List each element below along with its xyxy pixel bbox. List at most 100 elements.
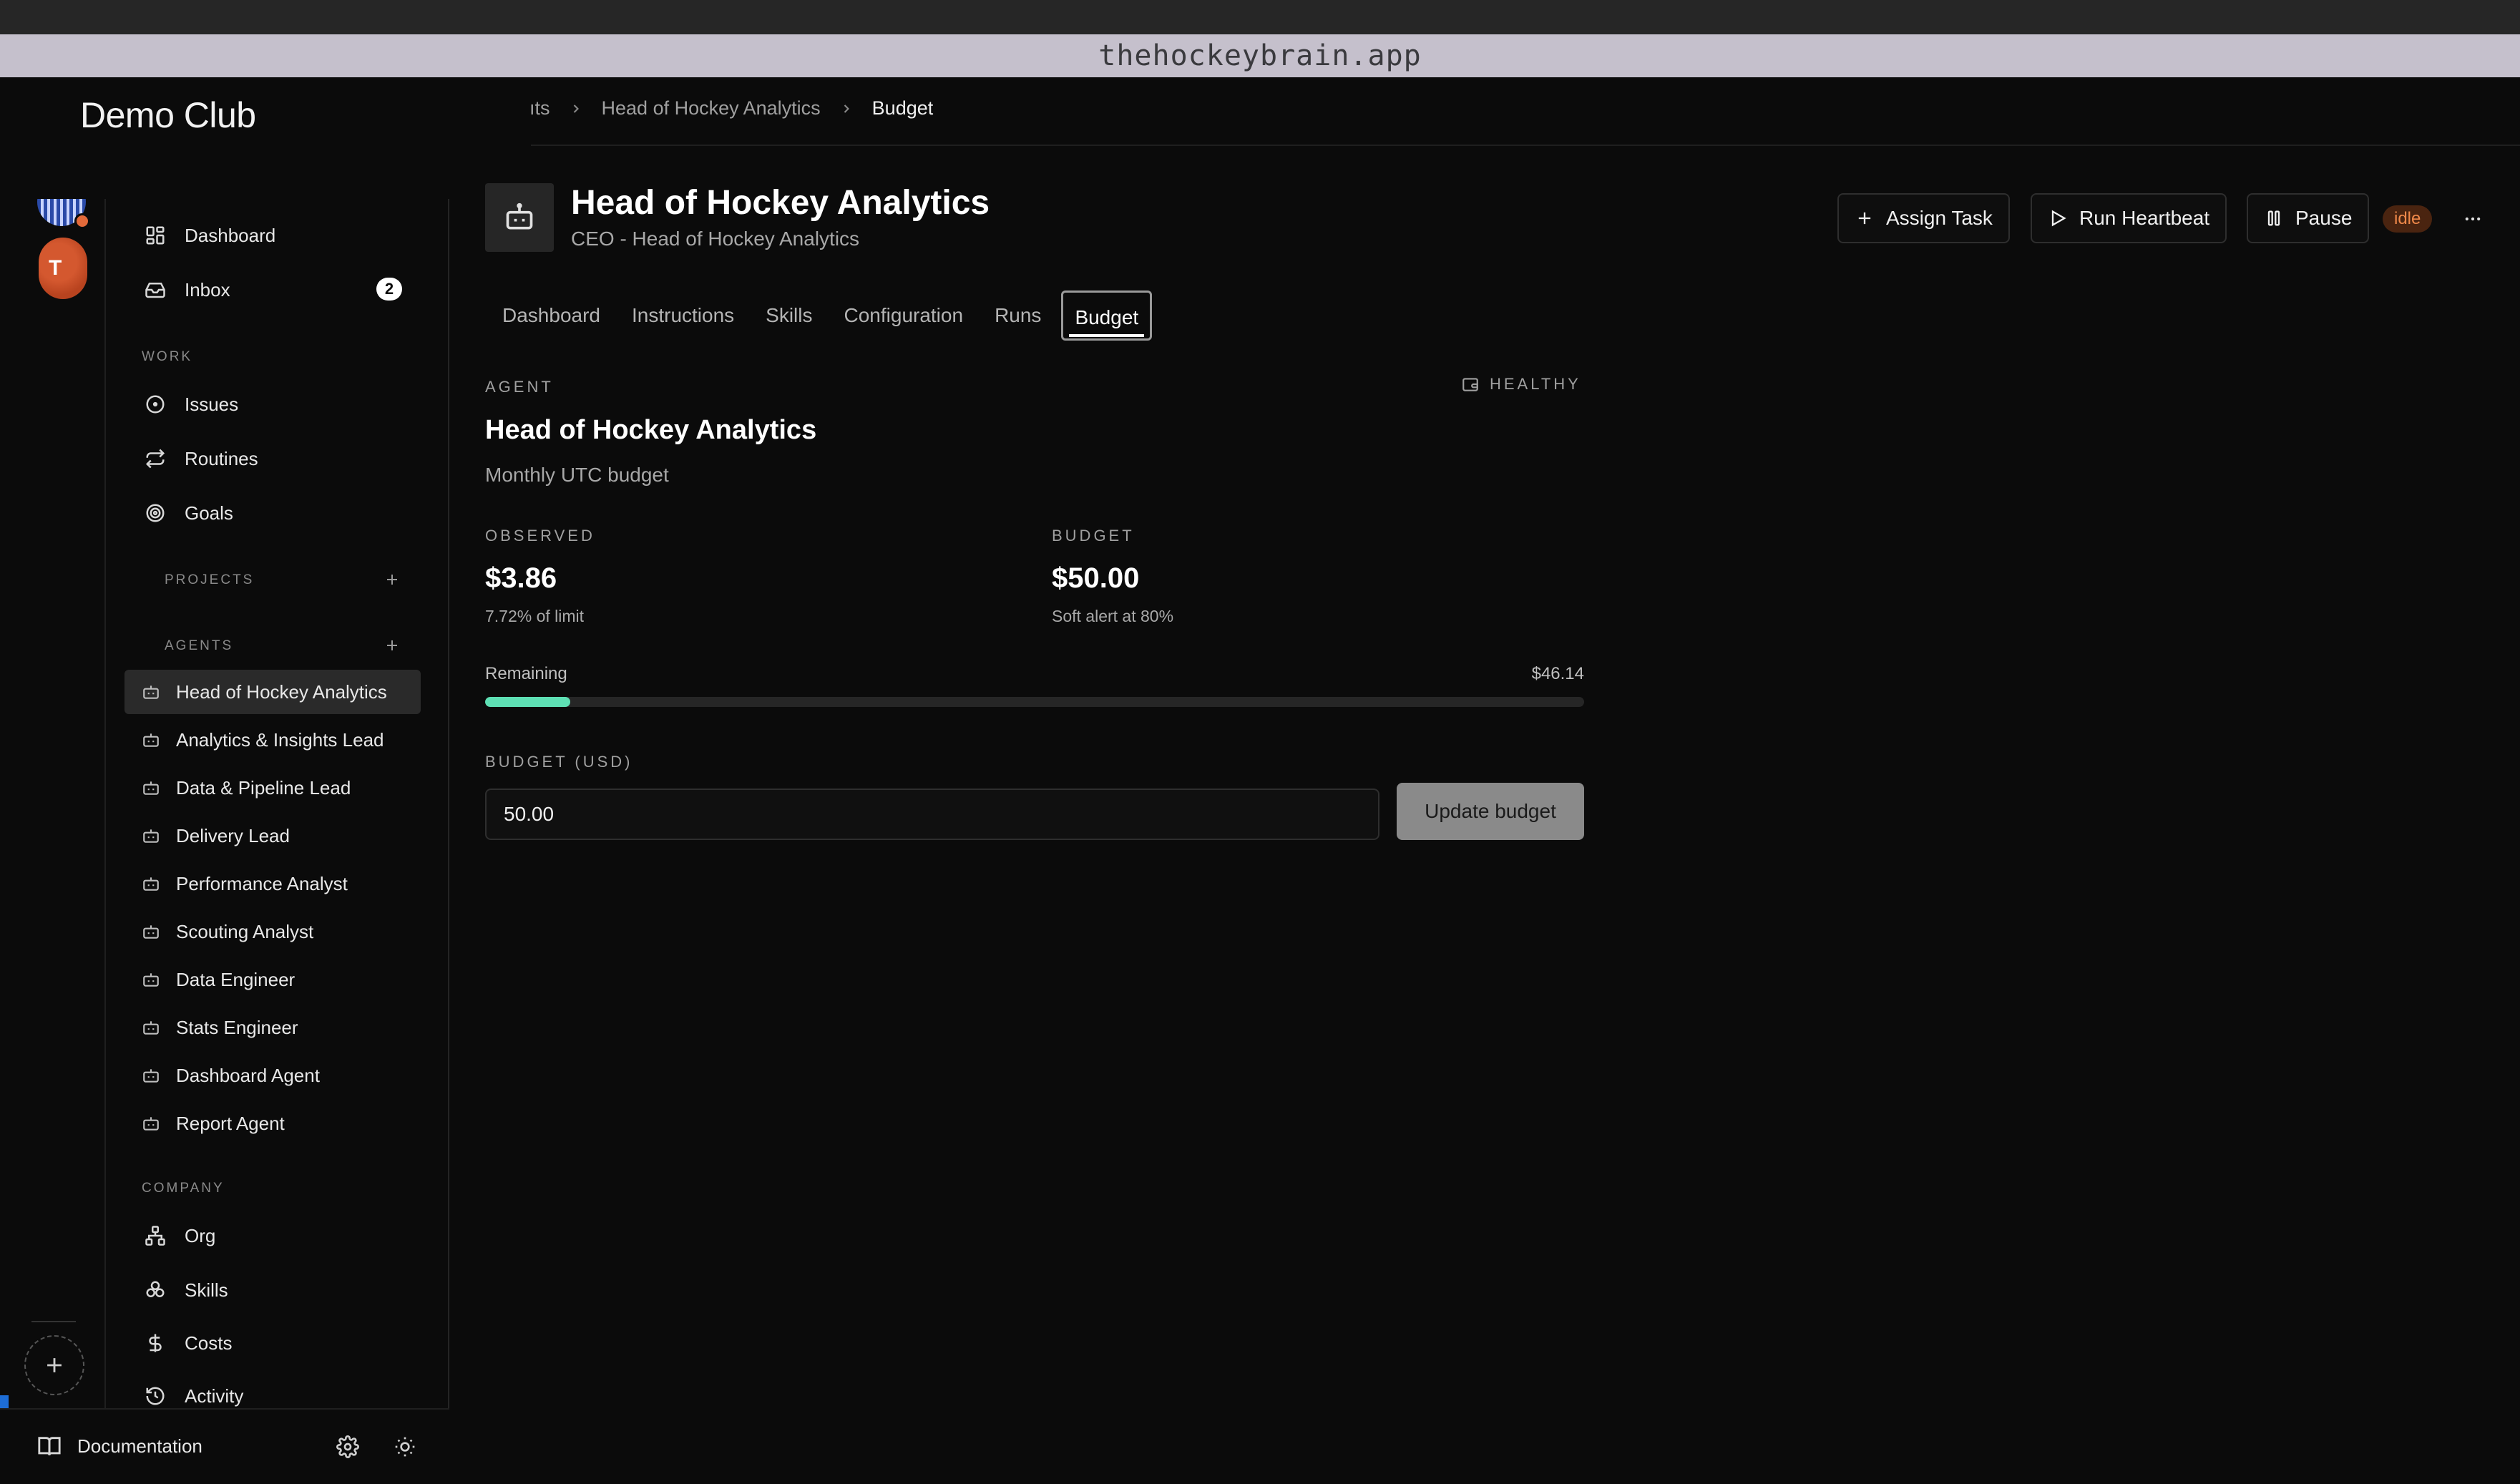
add-agent-button[interactable]: [384, 637, 401, 654]
budget-label: BUDGET: [1052, 527, 1135, 545]
sidebar-agent-label: Delivery Lead: [176, 824, 290, 846]
sidebar-agent-item[interactable]: Head of Hockey Analytics: [124, 670, 421, 714]
sidebar-agent-label: Performance Analyst: [176, 872, 348, 894]
inbox-count-badge: 2: [376, 278, 402, 301]
agent-avatar: [485, 183, 554, 252]
club-avatar[interactable]: T: [39, 238, 87, 299]
budget-agent-name: Head of Hockey Analytics: [485, 415, 817, 445]
tab-instructions[interactable]: Instructions: [620, 291, 746, 341]
sidebar-agent-item[interactable]: Report Agent: [124, 1101, 421, 1146]
sidebar-agent-item[interactable]: Delivery Lead: [124, 814, 421, 858]
sidebar-agent-label: Analytics & Insights Lead: [176, 728, 384, 751]
more-options-button[interactable]: [2458, 205, 2487, 233]
bot-icon: [140, 1017, 162, 1038]
plus-icon: [387, 575, 397, 585]
more-horizontal-icon: [2465, 217, 2481, 221]
sidebar-item-skills[interactable]: Skills: [124, 1268, 421, 1312]
breadcrumb: ıts Head of Hockey Analytics Budget: [529, 97, 933, 119]
bot-icon: [140, 777, 162, 799]
bot-icon: [506, 202, 533, 230]
breadcrumb-agents[interactable]: ıts: [529, 97, 550, 119]
agent-label: AGENT: [485, 378, 554, 396]
plus-icon: [387, 640, 397, 650]
budget-progress-fill: [485, 697, 570, 707]
tab-bar: Dashboard Instructions Skills Configuration…: [491, 291, 1161, 341]
sidebar-item-label: Activity: [185, 1385, 244, 1407]
tab-skills[interactable]: Skills: [754, 291, 824, 341]
sidebar-agent-label: Head of Hockey Analytics: [176, 680, 387, 703]
observed-note: 7.72% of limit: [485, 607, 585, 625]
dashboard-icon: [143, 223, 167, 248]
tab-runs[interactable]: Runs: [983, 291, 1053, 341]
issues-icon: [143, 392, 167, 416]
bot-icon: [140, 873, 162, 894]
club-rail: [0, 199, 106, 1484]
bot-icon: [140, 681, 162, 703]
inbox-icon: [143, 278, 167, 302]
health-status: HEALTHY: [1461, 375, 1581, 394]
bot-icon: [140, 969, 162, 990]
sidebar-item-label: Org: [185, 1224, 216, 1246]
sidebar-item-costs[interactable]: Costs: [124, 1321, 421, 1365]
sidebar-item-label: Skills: [185, 1279, 228, 1301]
pause-icon: [2267, 210, 2280, 226]
sidebar-item-org[interactable]: Org: [124, 1214, 421, 1258]
chevron-right-icon: [573, 104, 579, 113]
pause-label: Pause: [2295, 207, 2353, 229]
add-project-button[interactable]: [384, 571, 401, 588]
remaining-value: $46.14: [1531, 664, 1584, 683]
sidebar-agent-item[interactable]: Data Engineer: [124, 957, 421, 1002]
sidebar-agent-item[interactable]: Stats Engineer: [124, 1005, 421, 1050]
budget-period: Monthly UTC budget: [485, 464, 669, 486]
breadcrumb-agent[interactable]: Head of Hockey Analytics: [602, 97, 821, 119]
status-badge: idle: [2383, 205, 2433, 233]
health-label: HEALTHY: [1490, 375, 1581, 393]
tab-configuration[interactable]: Configuration: [833, 291, 975, 341]
sidebar-item-dashboard[interactable]: Dashboard: [124, 213, 421, 258]
bot-icon: [140, 825, 162, 846]
gear-icon: [336, 1435, 359, 1458]
sidebar-agent-item[interactable]: Dashboard Agent: [124, 1053, 421, 1098]
url-text: thehockeybrain.app: [1098, 39, 1422, 72]
assign-task-label: Assign Task: [1886, 207, 1993, 229]
run-heartbeat-label: Run Heartbeat: [2079, 207, 2210, 229]
tab-budget[interactable]: Budget: [1061, 291, 1153, 341]
sidebar-agent-item[interactable]: Performance Analyst: [124, 861, 421, 906]
sidebar-agent-item[interactable]: Analytics & Insights Lead: [124, 718, 421, 762]
sidebar-item-goals[interactable]: Goals: [124, 491, 421, 535]
sidebar-item-issues[interactable]: Issues: [124, 382, 421, 426]
sidebar-agent-label: Report Agent: [176, 1112, 285, 1134]
repeat-icon: [143, 446, 167, 471]
skills-icon: [143, 1278, 167, 1302]
sidebar-agent-item[interactable]: Scouting Analyst: [124, 909, 421, 954]
wallet-icon: [1462, 378, 1478, 391]
sidebar-agent-label: Data & Pipeline Lead: [176, 776, 351, 799]
budget-input[interactable]: [485, 789, 1379, 840]
theme-toggle[interactable]: [394, 1435, 416, 1458]
sidebar-item-label: Issues: [185, 393, 239, 415]
tab-dashboard[interactable]: Dashboard: [491, 291, 612, 341]
club-name[interactable]: Demo Club: [80, 94, 256, 136]
sidebar-item-inbox[interactable]: Inbox 2: [124, 268, 421, 312]
budget-value: $50.00: [1052, 562, 1140, 594]
settings-button[interactable]: [336, 1435, 359, 1458]
sidebar-item-label: Routines: [185, 447, 258, 469]
bot-icon: [140, 921, 162, 942]
budget-note: Soft alert at 80%: [1052, 607, 1174, 625]
sidebar-agent-label: Data Engineer: [176, 968, 296, 990]
assign-task-button[interactable]: Assign Task: [1837, 193, 2010, 243]
documentation-link[interactable]: Documentation: [37, 1434, 202, 1458]
pause-button[interactable]: Pause: [2247, 193, 2370, 243]
run-heartbeat-button[interactable]: Run Heartbeat: [2031, 193, 2227, 243]
section-projects: PROJECTS: [165, 572, 255, 587]
history-icon: [143, 1384, 167, 1408]
sidebar-agent-item[interactable]: Data & Pipeline Lead: [124, 766, 421, 810]
sidebar-agent-label: Dashboard Agent: [176, 1064, 320, 1086]
add-club-button[interactable]: [24, 1335, 84, 1395]
sidebar-item-label: Costs: [185, 1332, 233, 1354]
plus-icon: [47, 1358, 62, 1372]
sidebar-item-routines[interactable]: Routines: [124, 436, 421, 481]
sidebar-agent-label: Scouting Analyst: [176, 920, 314, 942]
update-budget-button[interactable]: Update budget: [1397, 783, 1584, 840]
org-chart-icon: [143, 1224, 167, 1248]
